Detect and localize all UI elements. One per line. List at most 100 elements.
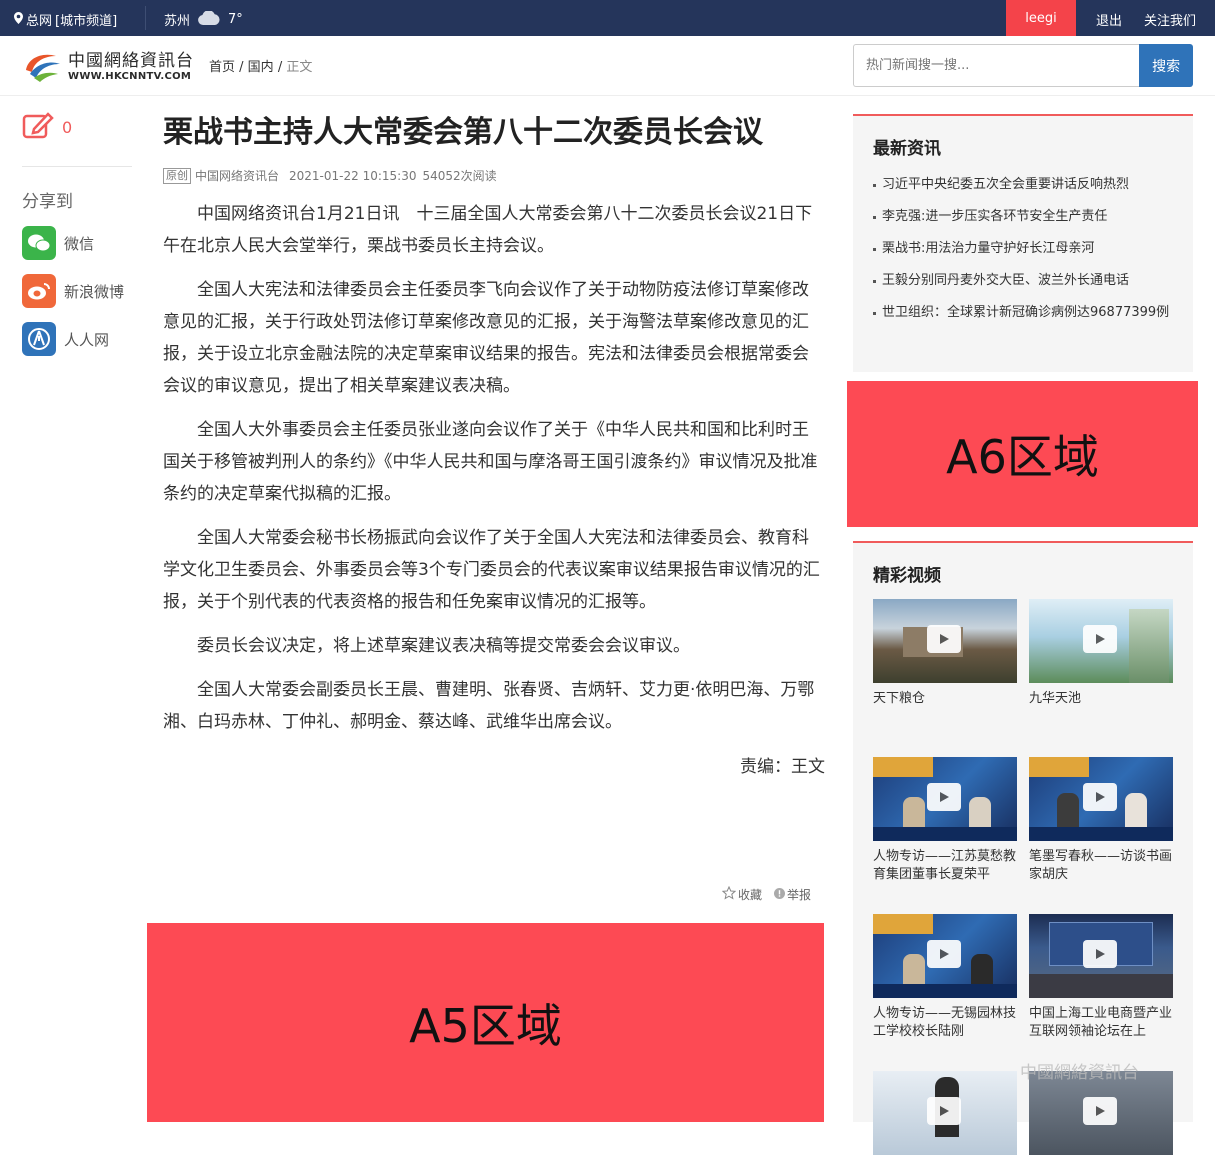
video-caption: 笔墨写春秋——访谈书画家胡庆 bbox=[1029, 849, 1173, 882]
logo-url: WWW.HKCNNTV.COM bbox=[68, 71, 192, 82]
share-weibo-label: 新浪微博 bbox=[64, 282, 125, 301]
news-item[interactable]: 李克强:进一步压实各环节安全生产责任 bbox=[873, 207, 1173, 227]
video-card[interactable]: 中国上海工业电商暨产业互联网领袖论坛在上 bbox=[1029, 914, 1173, 1041]
weibo-icon bbox=[22, 274, 56, 308]
article-paragraph: 全国人大宪法和法律委员会主任委员李飞向会议作了关于动物防疫法修订草案修改意见的汇… bbox=[163, 280, 809, 396]
ad-banner-a6[interactable]: A6区域 bbox=[847, 381, 1198, 527]
video-caption: 人物专访——无锡园林技工学校校长陆刚 bbox=[873, 1006, 1017, 1039]
play-icon bbox=[1083, 940, 1117, 968]
play-icon bbox=[927, 940, 961, 968]
left-sidebar: 0 分享到 微信 新浪微博 人人网 bbox=[22, 110, 132, 356]
play-icon bbox=[1083, 1097, 1117, 1125]
breadcrumb-current: 正文 bbox=[286, 60, 313, 75]
comment-button[interactable]: 0 bbox=[22, 110, 132, 144]
follow-us-link[interactable]: 关注我们 bbox=[1144, 10, 1196, 29]
news-item[interactable]: 习近平中央纪委五次全会重要讲话反响热烈 bbox=[873, 175, 1173, 195]
user-button[interactable]: leegi bbox=[1006, 0, 1076, 36]
comment-count: 0 bbox=[62, 117, 73, 137]
header: 中國網絡資訊台 WWW.HKCNNTV.COM 首页 / 国内 / 正文 搜索 bbox=[0, 36, 1215, 96]
video-panel-title: 精彩视频 bbox=[873, 566, 941, 586]
article-meta: 原创 中国网络资讯台 2021-01-22 10:15:30 54052次阅读 bbox=[163, 167, 825, 184]
search-button[interactable]: 搜索 bbox=[1139, 44, 1193, 87]
collect-button[interactable]: 收藏 bbox=[721, 885, 763, 903]
breadcrumb-home[interactable]: 首页 bbox=[209, 60, 235, 75]
weather: 苏州 7° bbox=[164, 9, 243, 29]
video-thumbnail bbox=[1029, 757, 1173, 841]
watermark-logo: 中國網絡資訊台 bbox=[1020, 1063, 1139, 1083]
latest-news-list: 习近平中央纪委五次全会重要讲话反响热烈 李克强:进一步压实各环节安全生产责任 栗… bbox=[873, 175, 1193, 323]
divider bbox=[145, 6, 146, 30]
site-logo[interactable]: 中國網絡資訊台 WWW.HKCNNTV.COM bbox=[22, 48, 194, 86]
report-label: 举报 bbox=[787, 888, 812, 902]
original-badge: 原创 bbox=[163, 167, 191, 184]
share-weibo[interactable]: 新浪微博 bbox=[22, 274, 132, 308]
news-item[interactable]: 世卫组织：全球累计新冠确诊病例达96877399例 bbox=[873, 303, 1173, 323]
video-card[interactable] bbox=[1029, 1071, 1173, 1162]
breadcrumb: 首页 / 国内 / 正文 bbox=[209, 60, 313, 75]
video-thumbnail bbox=[1029, 599, 1173, 683]
ad-banner-a5[interactable]: A5区域 bbox=[147, 923, 824, 1122]
article-actions: 收藏 举报 bbox=[721, 885, 811, 903]
latest-news-title: 最新资讯 bbox=[873, 139, 941, 159]
video-thumbnail bbox=[1029, 1071, 1173, 1155]
article-paragraph: 委员长会议决定，将上述草案建议表决稿等提交常委会会议审议。 bbox=[197, 636, 690, 656]
site-home-label[interactable]: 总网 bbox=[26, 10, 52, 29]
article-datetime: 2021-01-22 10:15:30 bbox=[289, 168, 417, 183]
video-caption: 九华天池 bbox=[1029, 691, 1082, 706]
share-wechat-label: 微信 bbox=[64, 234, 95, 253]
search-input[interactable] bbox=[853, 44, 1140, 87]
article: 栗战书主持人大常委会第八十二次委员长会议 原创 中国网络资讯台 2021-01-… bbox=[163, 112, 825, 777]
share-label: 分享到 bbox=[22, 192, 73, 212]
article-paragraph: 全国人大常委会副委员长王晨、曹建明、张春贤、吉炳轩、艾力更·依明巴海、万鄂湘、白… bbox=[163, 680, 815, 732]
article-paragraph: 中国网络资讯台1月21日讯 十三届全国人大常委会第八十二次委员长会议21日下午在… bbox=[163, 204, 813, 256]
share-renren-label: 人人网 bbox=[64, 330, 110, 349]
article-paragraph: 全国人大外事委员会主任委员张业遂向会议作了关于《中华人民共和国和比利时王国关于移… bbox=[163, 420, 818, 504]
star-icon bbox=[721, 885, 737, 903]
video-thumbnail bbox=[873, 1071, 1017, 1155]
video-caption: 人物专访——江苏莫愁教育集团董事长夏荣平 bbox=[873, 849, 1017, 882]
city-name: 苏州 bbox=[164, 14, 191, 29]
news-item[interactable]: 王毅分别同丹麦外交大臣、波兰外长通电话 bbox=[873, 271, 1173, 291]
video-caption: 天下粮仓 bbox=[873, 691, 926, 706]
video-panel: 精彩视频 天下粮仓 九华天池 人物专访——江苏莫愁教育集团董事长夏荣平 笔墨写春… bbox=[853, 541, 1193, 1155]
video-card[interactable]: 笔墨写春秋——访谈书画家胡庆 bbox=[1029, 757, 1173, 884]
article-editor: 责编：王文 bbox=[740, 757, 825, 777]
video-card[interactable]: 天下粮仓 bbox=[873, 599, 1017, 708]
search-box: 搜索 bbox=[853, 44, 1193, 87]
location-pin-icon bbox=[14, 11, 23, 28]
temperature: 7° bbox=[228, 12, 243, 27]
logo-title: 中國網絡資訊台 bbox=[68, 51, 194, 71]
article-paragraph: 全国人大常委会秘书长杨振武向会议作了关于全国人大宪法和法律委员会、教育科学文化卫… bbox=[163, 528, 820, 612]
play-icon bbox=[927, 783, 961, 811]
report-button[interactable]: 举报 bbox=[774, 886, 811, 903]
divider bbox=[22, 166, 132, 167]
video-card[interactable] bbox=[873, 1071, 1017, 1162]
play-icon bbox=[927, 1097, 961, 1125]
collect-label: 收藏 bbox=[738, 888, 763, 902]
location-link[interactable]: 总网 [城市频道] bbox=[14, 10, 117, 29]
share-renren[interactable]: 人人网 bbox=[22, 322, 132, 356]
edit-icon bbox=[22, 111, 54, 143]
latest-news-panel: 最新资讯 习近平中央纪委五次全会重要讲话反响热烈 李克强:进一步压实各环节安全生… bbox=[853, 114, 1193, 372]
article-source: 中国网络资讯台 bbox=[195, 169, 280, 183]
play-icon bbox=[1083, 783, 1117, 811]
top-bar: 总网 [城市频道] 苏州 7° leegi 退出 关注我们 bbox=[0, 0, 1215, 36]
video-card[interactable]: 人物专访——无锡园林技工学校校长陆刚 bbox=[873, 914, 1017, 1041]
wechat-icon bbox=[22, 226, 56, 260]
cloud-icon bbox=[198, 9, 220, 29]
news-item[interactable]: 栗战书:用法治力量守护好长江母亲河 bbox=[873, 239, 1173, 259]
video-thumbnail bbox=[873, 914, 1017, 998]
share-wechat[interactable]: 微信 bbox=[22, 226, 132, 260]
city-channel-link[interactable]: [城市频道] bbox=[55, 10, 117, 29]
renren-icon bbox=[22, 322, 56, 356]
video-caption: 中国上海工业电商暨产业互联网领袖论坛在上 bbox=[1029, 1006, 1173, 1039]
warning-icon bbox=[774, 887, 786, 902]
video-thumbnail bbox=[873, 757, 1017, 841]
logout-link[interactable]: 退出 bbox=[1096, 10, 1122, 29]
play-icon bbox=[927, 625, 961, 653]
video-thumbnail bbox=[873, 599, 1017, 683]
article-title: 栗战书主持人大常委会第八十二次委员长会议 bbox=[163, 115, 763, 150]
breadcrumb-section[interactable]: 国内 bbox=[248, 60, 274, 75]
video-card[interactable]: 人物专访——江苏莫愁教育集团董事长夏荣平 bbox=[873, 757, 1017, 884]
video-card[interactable]: 九华天池 bbox=[1029, 599, 1173, 708]
